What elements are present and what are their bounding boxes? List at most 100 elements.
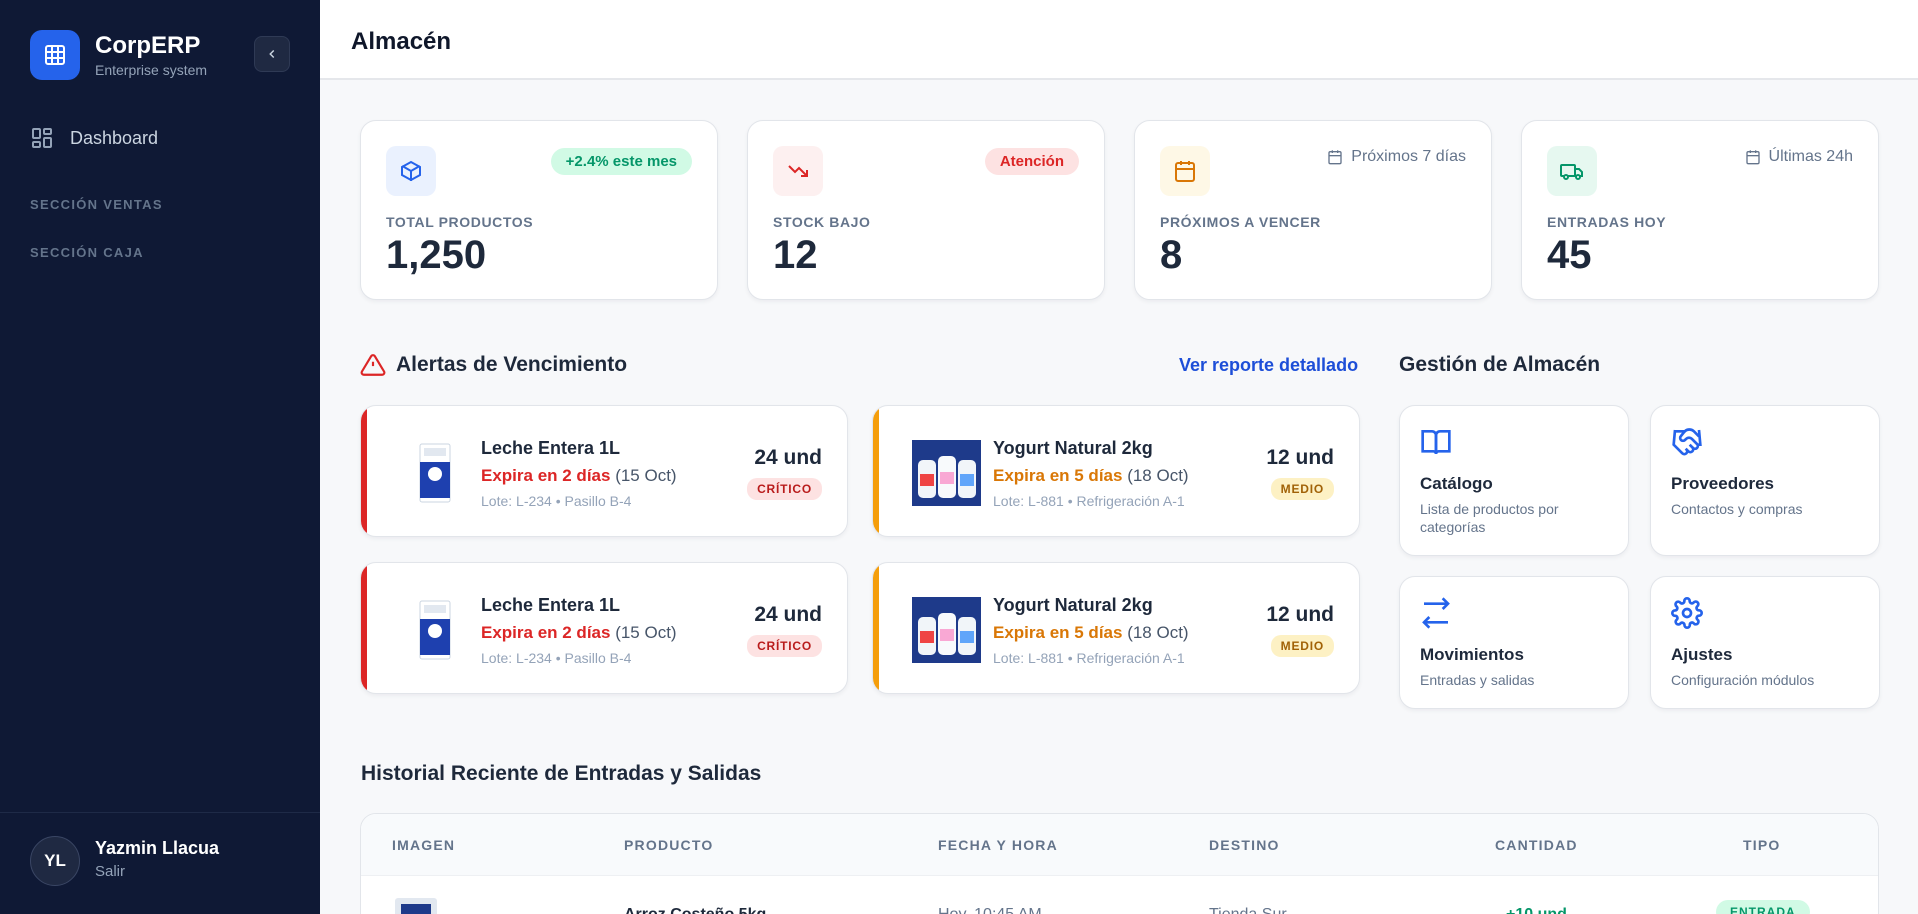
severity-bar <box>873 406 879 536</box>
product-name: Yogurt Natural 2kg <box>993 595 1153 615</box>
lot-location: Lote: L-234 • Pasillo B-4 <box>481 650 632 666</box>
stat-label: PRÓXIMOS A VENCER <box>1160 214 1321 230</box>
column-header[interactable]: FECHA Y HORA <box>938 837 1058 853</box>
swap-icon <box>1422 597 1450 629</box>
alert-card[interactable]: Yogurt Natural 2kg Expira en 5 días (18 … <box>872 562 1360 694</box>
tile-settings[interactable]: Ajustes Configuración módulos <box>1650 576 1880 709</box>
stat-value: 8 <box>1160 233 1183 277</box>
stat-label: STOCK BAJO <box>773 214 871 230</box>
history-title: Historial Reciente de Entradas y Salidas <box>361 762 762 785</box>
severity-bar <box>873 563 879 693</box>
tile-description: Configuración módulos <box>1671 672 1815 688</box>
tile-name: Movimientos <box>1420 645 1524 664</box>
brand: CorpERP Enterprise system <box>30 30 207 80</box>
yogurt-image <box>912 597 981 663</box>
yogurt-image <box>912 440 981 506</box>
history-table: IMAGEN PRODUCTO FECHA Y HORA DESTINO CAN… <box>360 813 1879 914</box>
expiry-date: (18 Oct) <box>1127 623 1189 642</box>
alert-card[interactable]: Leche Entera 1L Expira en 2 días (15 Oct… <box>360 405 848 537</box>
datetime: Hoy, 10:45 AM <box>938 906 1042 914</box>
calendar-icon <box>1160 146 1210 196</box>
expiry-text: Expira en 2 días (15 Oct) <box>481 623 677 643</box>
chevron-left-icon <box>269 49 275 59</box>
stat-value: 1,250 <box>386 233 487 277</box>
section-sales[interactable]: SECCIÓN VENTAS <box>30 197 163 212</box>
alerts-title: Alertas de Vencimiento <box>396 353 628 376</box>
milk-carton-image <box>419 600 451 660</box>
column-header[interactable]: CANTIDAD <box>1495 837 1578 853</box>
attention-badge: Atención <box>984 148 1079 175</box>
column-header[interactable]: TIPO <box>1743 837 1780 853</box>
collapse-sidebar-button[interactable] <box>254 36 290 72</box>
section-cash[interactable]: SECCIÓN CAJA <box>30 245 144 260</box>
tile-movements[interactable]: Movimientos Entradas y salidas <box>1399 576 1629 709</box>
sidebar-item-dashboard[interactable]: Dashboard <box>30 126 158 150</box>
brand-subtitle: Enterprise system <box>95 62 208 78</box>
expiry-strong: Expira en 5 días <box>993 466 1123 485</box>
table-header: IMAGEN PRODUCTO FECHA Y HORA DESTINO CAN… <box>361 814 1878 876</box>
destination: Tienda Sur <box>1209 906 1287 914</box>
detailed-report-link[interactable]: Ver reporte detallado <box>1179 355 1358 376</box>
alert-card[interactable]: Leche Entera 1L Expira en 2 días (15 Oct… <box>360 562 848 694</box>
expiry-text: Expira en 5 días (18 Oct) <box>993 623 1189 643</box>
grid-logo-icon <box>30 30 80 80</box>
stat-card-entries-today: Últimas 24h ENTRADAS HOY 45 <box>1521 120 1879 300</box>
page-title: Almacén <box>351 28 452 55</box>
level-badge: MEDIO <box>1270 635 1334 657</box>
user-panel: YL Yazmin Llacua Salir <box>0 812 320 914</box>
box-icon <box>386 146 436 196</box>
logout-link[interactable]: Salir <box>95 863 125 880</box>
product-name: Leche Entera 1L <box>481 595 621 615</box>
period-text: Últimas 24h <box>1768 148 1853 165</box>
quantity: +10 und <box>1506 906 1567 914</box>
lot-location: Lote: L-881 • Refrigeración A-1 <box>993 493 1185 509</box>
tile-description: Entradas y salidas <box>1420 672 1535 688</box>
tile-description: Contactos y compras <box>1671 501 1803 517</box>
gear-icon <box>1671 597 1703 629</box>
table-row[interactable]: Arroz Costeño 5kg Hoy, 10:45 AM Tienda S… <box>361 876 1878 914</box>
tile-suppliers[interactable]: Proveedores Contactos y compras <box>1650 405 1880 556</box>
dashboard-icon <box>32 128 52 148</box>
quantity: 12 und <box>1266 603 1334 626</box>
product-thumbnail <box>395 898 437 914</box>
stat-value: 12 <box>773 233 818 277</box>
level-badge: CRÍTICO <box>747 478 822 500</box>
tile-name: Catálogo <box>1420 474 1493 493</box>
column-header[interactable]: DESTINO <box>1209 837 1280 853</box>
milk-carton-image <box>419 443 451 503</box>
stat-card-total-products: +2.4% este mes TOTAL PRODUCTOS 1,250 <box>360 120 718 300</box>
sidebar-item-label: Dashboard <box>70 127 159 148</box>
quantity: 24 und <box>754 603 822 626</box>
product-name: Arroz Costeño 5kg <box>624 906 766 914</box>
column-header[interactable]: IMAGEN <box>392 837 455 853</box>
tile-catalog[interactable]: Catálogo Lista de productos por categorí… <box>1399 405 1629 556</box>
truck-icon <box>1547 146 1597 196</box>
avatar[interactable]: YL <box>30 836 80 886</box>
alerts-heading: Alertas de Vencimiento <box>360 352 627 378</box>
expiry-strong: Expira en 5 días <box>993 623 1123 642</box>
column-header[interactable]: PRODUCTO <box>624 837 713 853</box>
alert-card[interactable]: Yogurt Natural 2kg Expira en 5 días (18 … <box>872 405 1360 537</box>
quantity: 12 und <box>1266 446 1334 469</box>
type-badge: ENTRADA <box>1716 900 1810 914</box>
expiry-date: (15 Oct) <box>615 623 677 642</box>
tile-name: Ajustes <box>1671 645 1733 664</box>
expiry-date: (18 Oct) <box>1127 466 1189 485</box>
stat-card-expiring: Próximos 7 días PRÓXIMOS A VENCER 8 <box>1134 120 1492 300</box>
lot-location: Lote: L-881 • Refrigeración A-1 <box>993 650 1185 666</box>
warning-icon <box>360 354 386 376</box>
expiry-text: Expira en 2 días (15 Oct) <box>481 466 677 486</box>
stat-label: TOTAL PRODUCTOS <box>386 214 534 230</box>
user-name: Yazmin Llacua <box>95 838 220 858</box>
calendar-small-icon <box>1745 150 1760 165</box>
period-label: Últimas 24h <box>1745 148 1853 166</box>
period-label: Próximos 7 días <box>1327 148 1466 166</box>
quantity: 24 und <box>754 446 822 469</box>
severity-bar <box>361 406 367 536</box>
product-name: Yogurt Natural 2kg <box>993 438 1153 458</box>
severity-bar <box>361 563 367 693</box>
expiry-date: (15 Oct) <box>615 466 677 485</box>
expiry-strong: Expira en 2 días <box>481 466 611 485</box>
sidebar: CorpERP Enterprise system Dashboard SECC… <box>0 0 320 914</box>
tile-description: Lista de productos por categorías <box>1420 501 1559 535</box>
